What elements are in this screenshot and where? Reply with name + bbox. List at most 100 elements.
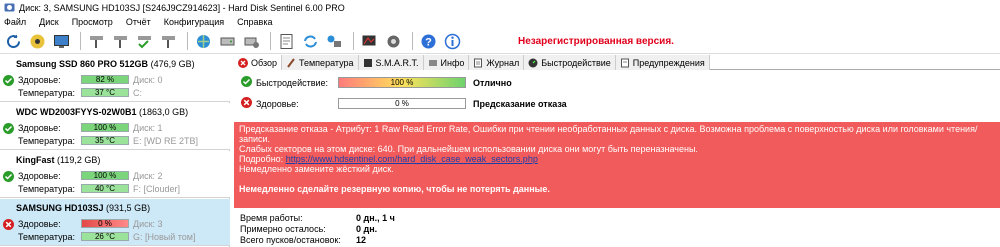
info-icon [444, 33, 461, 49]
disk-number: Диск: 0 [133, 75, 163, 85]
performance-label: Быстродействие: [256, 78, 329, 88]
volume-label: C: [133, 88, 142, 98]
menu-report[interactable]: Отчёт [126, 17, 151, 27]
tab-overview[interactable]: Обзор [234, 55, 282, 70]
about-button[interactable] [442, 31, 463, 52]
disk-title: SAMSUNG HD103SJ (931,5 GB) [16, 203, 150, 213]
health-label: Здоровье: [256, 99, 299, 109]
sync-button[interactable] [300, 31, 321, 52]
tab-label: Температура [299, 57, 354, 68]
info-label: Время работы: [240, 213, 303, 223]
check-wrench-icon [138, 35, 151, 48]
options-button[interactable] [359, 31, 380, 52]
menu-bar: Файл Диск Просмотр Отчёт Конфигурация Сп… [0, 15, 1000, 29]
temperature-label: Температура: [18, 232, 76, 242]
temperature-bar: 40 °C [81, 184, 129, 193]
disk-card[interactable]: WDC WD2003FYYS-02W0B1 (1863,0 GB) Здоров… [0, 103, 230, 150]
network-icon [327, 35, 341, 47]
extra-tool-button[interactable] [158, 31, 179, 52]
help-icon: ? [421, 34, 436, 48]
disk-name: Samsung SSD 860 PRO 512GB [16, 59, 149, 69]
alert-line: Слабых секторов на этом диске: 640. При … [239, 144, 698, 154]
disk-size: (119,2 GB) [57, 155, 101, 165]
disk-list: Samsung SSD 860 PRO 512GB (476,9 GB) Здо… [0, 55, 230, 247]
sync-icon [304, 35, 317, 47]
disk-check-button[interactable] [27, 31, 48, 52]
ok-check-icon [3, 75, 14, 86]
disk-size: (1863,0 GB) [139, 107, 189, 117]
toolbar-separator [353, 32, 354, 50]
config-button[interactable] [383, 31, 404, 52]
drive-gear-icon [244, 37, 259, 48]
toolbar-separator [80, 32, 81, 50]
toolbar-separator [270, 32, 271, 50]
info-label: Всего пусков/остановок: [240, 235, 341, 245]
app-icon [4, 3, 15, 12]
info-value: 0 дн., 1 ч [356, 213, 395, 223]
menu-configuration[interactable]: Конфигурация [164, 17, 224, 27]
report-button[interactable] [276, 31, 297, 52]
toolbar-separator [412, 32, 413, 50]
disk-number: Диск: 1 [133, 123, 163, 133]
wrench-icon [90, 35, 103, 48]
window-title: Диск: 3, SAMSUNG HD103SJ [S246J9CZ914623… [19, 2, 345, 13]
menu-disk[interactable]: Диск [39, 17, 59, 27]
health-bar: 82 % [81, 75, 129, 84]
volume-label: F: [Clouder] [133, 184, 181, 194]
network-button[interactable] [193, 31, 214, 52]
disk-check-icon [30, 34, 45, 48]
health-bar: 0 % [81, 219, 129, 228]
test-ok-button[interactable] [134, 31, 155, 52]
disk-card-selected[interactable]: SAMSUNG HD103SJ (931,5 GB) Здоровье: 0 %… [0, 199, 230, 246]
help-button[interactable]: ? [418, 31, 439, 52]
health-bar: 100 % [81, 123, 129, 132]
temperature-bar: 26 °C [81, 232, 129, 241]
globe-icon [197, 34, 210, 48]
disk-size: (476,9 GB) [150, 59, 195, 69]
disk-card[interactable]: KingFast (119,2 GB) Здоровье: 100 % Диск… [0, 151, 230, 198]
disk-title: Samsung SSD 860 PRO 512GB (476,9 GB) [16, 59, 195, 69]
refresh-button[interactable] [3, 31, 24, 52]
disk-card[interactable]: Samsung SSD 860 PRO 512GB (476,9 GB) Здо… [0, 55, 230, 102]
surface-test-button[interactable] [86, 31, 107, 52]
tab-info[interactable]: Инфо [423, 55, 470, 70]
menu-file[interactable]: Файл [4, 17, 26, 27]
disk-name: WDC WD2003FYYS-02W0B1 [16, 107, 137, 117]
health-bar: 0 % [338, 98, 466, 109]
tab-label: Журнал [486, 57, 520, 68]
tab-label: Предупреждения [632, 57, 705, 68]
health-label: Здоровье: [18, 75, 61, 85]
refresh-icon [7, 34, 21, 48]
monitor-button[interactable] [51, 31, 72, 52]
temperature-bar: 37 °C [81, 88, 129, 97]
health-label: Здоровье: [18, 123, 61, 133]
health-label: Здоровье: [18, 171, 61, 181]
disk-title: KingFast (119,2 GB) [16, 155, 100, 165]
temperature-label: Температура: [18, 184, 76, 194]
temperature-label: Температура: [18, 136, 76, 146]
drive-settings-button[interactable] [241, 31, 262, 52]
network-status-button[interactable] [324, 31, 345, 52]
tab-temperature[interactable]: Температура [282, 55, 359, 70]
document-icon [280, 33, 293, 49]
info-label: Примерно осталось: [240, 224, 326, 234]
details-link[interactable]: https://www.hdsentinel.com/hard_disk_cas… [286, 154, 538, 164]
tab-bar: Обзор Температура S.M.A.R.T. Инфо Журнал… [234, 55, 1000, 70]
unregistered-notice[interactable]: Незарегистрированная версия. [518, 36, 674, 47]
alert-line: Немедленно сделайте резервную копию, что… [239, 184, 550, 194]
tab-label: Инфо [440, 57, 465, 68]
gauge-icon [528, 58, 538, 67]
menu-help[interactable]: Справка [237, 17, 272, 27]
tab-alerts[interactable]: Предупреждения [615, 55, 710, 70]
tab-smart[interactable]: S.M.A.R.T. [358, 55, 424, 70]
disk-number: Диск: 3 [133, 219, 163, 229]
health-status: Предсказание отказа [473, 99, 567, 109]
monitor-icon [54, 34, 69, 48]
tab-label: S.M.A.R.T. [375, 57, 419, 68]
smart-test-button[interactable] [110, 31, 131, 52]
tab-log[interactable]: Журнал [469, 55, 525, 70]
disk-drive-button[interactable] [217, 31, 238, 52]
health-label: Здоровье: [18, 219, 61, 229]
menu-view[interactable]: Просмотр [72, 17, 113, 27]
tab-performance[interactable]: Быстродействие [524, 55, 616, 70]
